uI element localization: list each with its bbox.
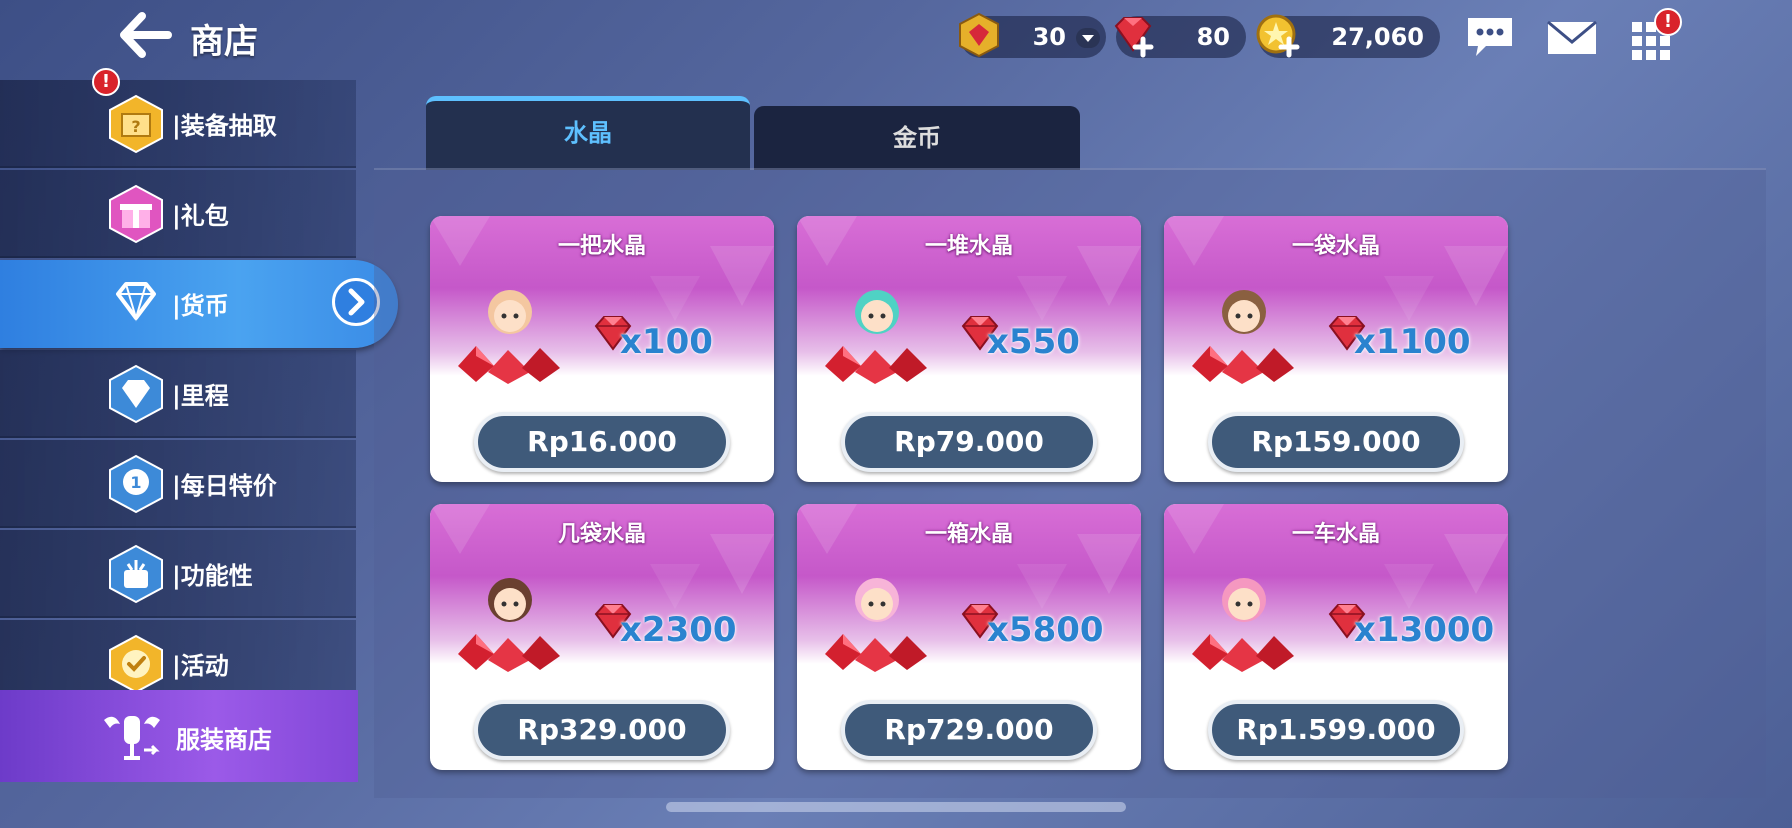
page-title: 商店 <box>190 22 258 62</box>
crystal-amount: x2300 <box>620 610 737 650</box>
character-with-crystals-art <box>1192 578 1294 672</box>
svg-text:?: ? <box>131 117 140 136</box>
equipment-alert-badge: ! <box>92 68 120 96</box>
sidebar-item-currency[interactable]: |货币 <box>0 260 398 348</box>
price-button[interactable]: Rp1.599.000 <box>1208 700 1464 760</box>
character-with-crystals-art <box>458 578 560 672</box>
gem-value: 80 <box>1196 23 1230 51</box>
card-title: 一堆水晶 <box>924 234 1013 259</box>
plus-icon[interactable] <box>1132 36 1154 58</box>
card-title: 一把水晶 <box>557 234 646 259</box>
sidebar-item-daily-deal[interactable]: 1 |每日特价 <box>0 440 356 528</box>
tab-gold[interactable]: 金币 <box>754 106 1080 170</box>
tab-crystal[interactable]: 水晶 <box>426 96 750 170</box>
sidebar-arrow <box>332 278 380 326</box>
sidebar-item-label: |活动 <box>172 652 229 680</box>
menu-alert-badge: ! <box>1654 8 1682 36</box>
crystal-amount: x13000 <box>1354 610 1495 650</box>
product-card[interactable]: 一把水晶 x100 Rp16.000 <box>430 216 774 482</box>
product-card[interactable]: 一袋水晶 x1100 Rp159.000 <box>1164 216 1508 482</box>
event-check-icon <box>109 634 163 694</box>
svg-text:1: 1 <box>130 473 141 492</box>
top-bar: 商店 30 80 27,060 ! <box>0 0 1792 78</box>
sidebar-item-label: |货币 <box>172 292 229 320</box>
character-with-crystals-art <box>825 290 927 384</box>
gold-value: 27,060 <box>1331 23 1424 51</box>
sidebar-item-label: |里程 <box>172 382 229 410</box>
daily-badge-icon: 1 <box>109 454 163 514</box>
diamond-icon <box>116 282 156 322</box>
price-button[interactable]: Rp159.000 <box>1208 412 1464 472</box>
crystal-amount: x5800 <box>987 610 1104 650</box>
product-card[interactable]: 几袋水晶 x2300 Rp329.000 <box>430 504 774 770</box>
chevron-down-icon <box>1082 35 1094 42</box>
price-button[interactable]: Rp16.000 <box>474 412 730 472</box>
crystal-amount: x550 <box>987 322 1080 362</box>
stamina-dropdown[interactable] <box>1076 28 1100 48</box>
costume-shop-icon <box>104 716 160 760</box>
price-button[interactable]: Rp329.000 <box>474 700 730 760</box>
arrow-left-icon[interactable] <box>118 12 174 58</box>
chat-bubble-icon <box>1468 18 1512 56</box>
gift-icon <box>109 184 163 244</box>
price-button[interactable]: Rp79.000 <box>841 412 1097 472</box>
gem-badge-icon <box>959 12 999 58</box>
gold-counter[interactable]: 27,060 <box>1256 14 1440 58</box>
card-title: 几袋水晶 <box>557 522 646 547</box>
chat-button[interactable] <box>1462 12 1518 64</box>
sidebar: ? ! |装备抽取 |礼包 |货币 |里程 1 |每日特价 |功能性 |活动 <box>0 68 398 780</box>
mail-button[interactable] <box>1544 12 1600 64</box>
sidebar-item-equipment-draw[interactable]: ? ! |装备抽取 <box>0 68 356 168</box>
character-with-crystals-art <box>458 290 560 384</box>
chevron-right-icon <box>348 288 365 316</box>
gem-counter[interactable]: 80 <box>1114 16 1246 58</box>
mileage-diamond-icon <box>109 364 163 424</box>
menu-button[interactable]: ! <box>1626 8 1682 64</box>
card-title: 一袋水晶 <box>1291 234 1380 259</box>
sidebar-item-label: |装备抽取 <box>172 112 277 140</box>
character-with-crystals-art <box>825 578 927 672</box>
crystal-amount: x1100 <box>1354 322 1471 362</box>
crystal-amount: x100 <box>620 322 713 362</box>
stamina-value: 30 <box>1032 23 1066 51</box>
horizontal-scrollbar[interactable] <box>666 802 1126 812</box>
back-button[interactable] <box>118 12 174 58</box>
mail-icon <box>1547 20 1597 54</box>
product-card[interactable]: 一堆水晶 x550 Rp79.000 <box>797 216 1141 482</box>
sidebar-item-label: |功能性 <box>172 562 253 590</box>
sidebar-item-label: |礼包 <box>172 202 229 230</box>
function-icon <box>109 544 163 604</box>
product-card[interactable]: 一箱水晶 x5800 Rp729.000 <box>797 504 1141 770</box>
character-with-crystals-art <box>1192 290 1294 384</box>
costume-shop-button[interactable]: 服装商店 <box>0 690 358 782</box>
sidebar-item-mileage[interactable]: |里程 <box>0 350 356 438</box>
mystery-box-icon: ? <box>109 94 163 154</box>
sidebar-item-function[interactable]: |功能性 <box>0 530 356 618</box>
card-title: 一车水晶 <box>1291 522 1380 547</box>
stamina-counter[interactable]: 30 <box>959 12 1106 58</box>
sidebar-item-label: |每日特价 <box>172 472 277 500</box>
plus-icon[interactable] <box>1278 36 1300 58</box>
price-button[interactable]: Rp729.000 <box>841 700 1097 760</box>
product-card[interactable]: 一车水晶 x13000 Rp1.599.000 <box>1164 504 1508 770</box>
costume-shop-label: 服装商店 <box>176 726 272 754</box>
sidebar-item-gift[interactable]: |礼包 <box>0 170 356 258</box>
card-title: 一箱水晶 <box>924 522 1013 547</box>
